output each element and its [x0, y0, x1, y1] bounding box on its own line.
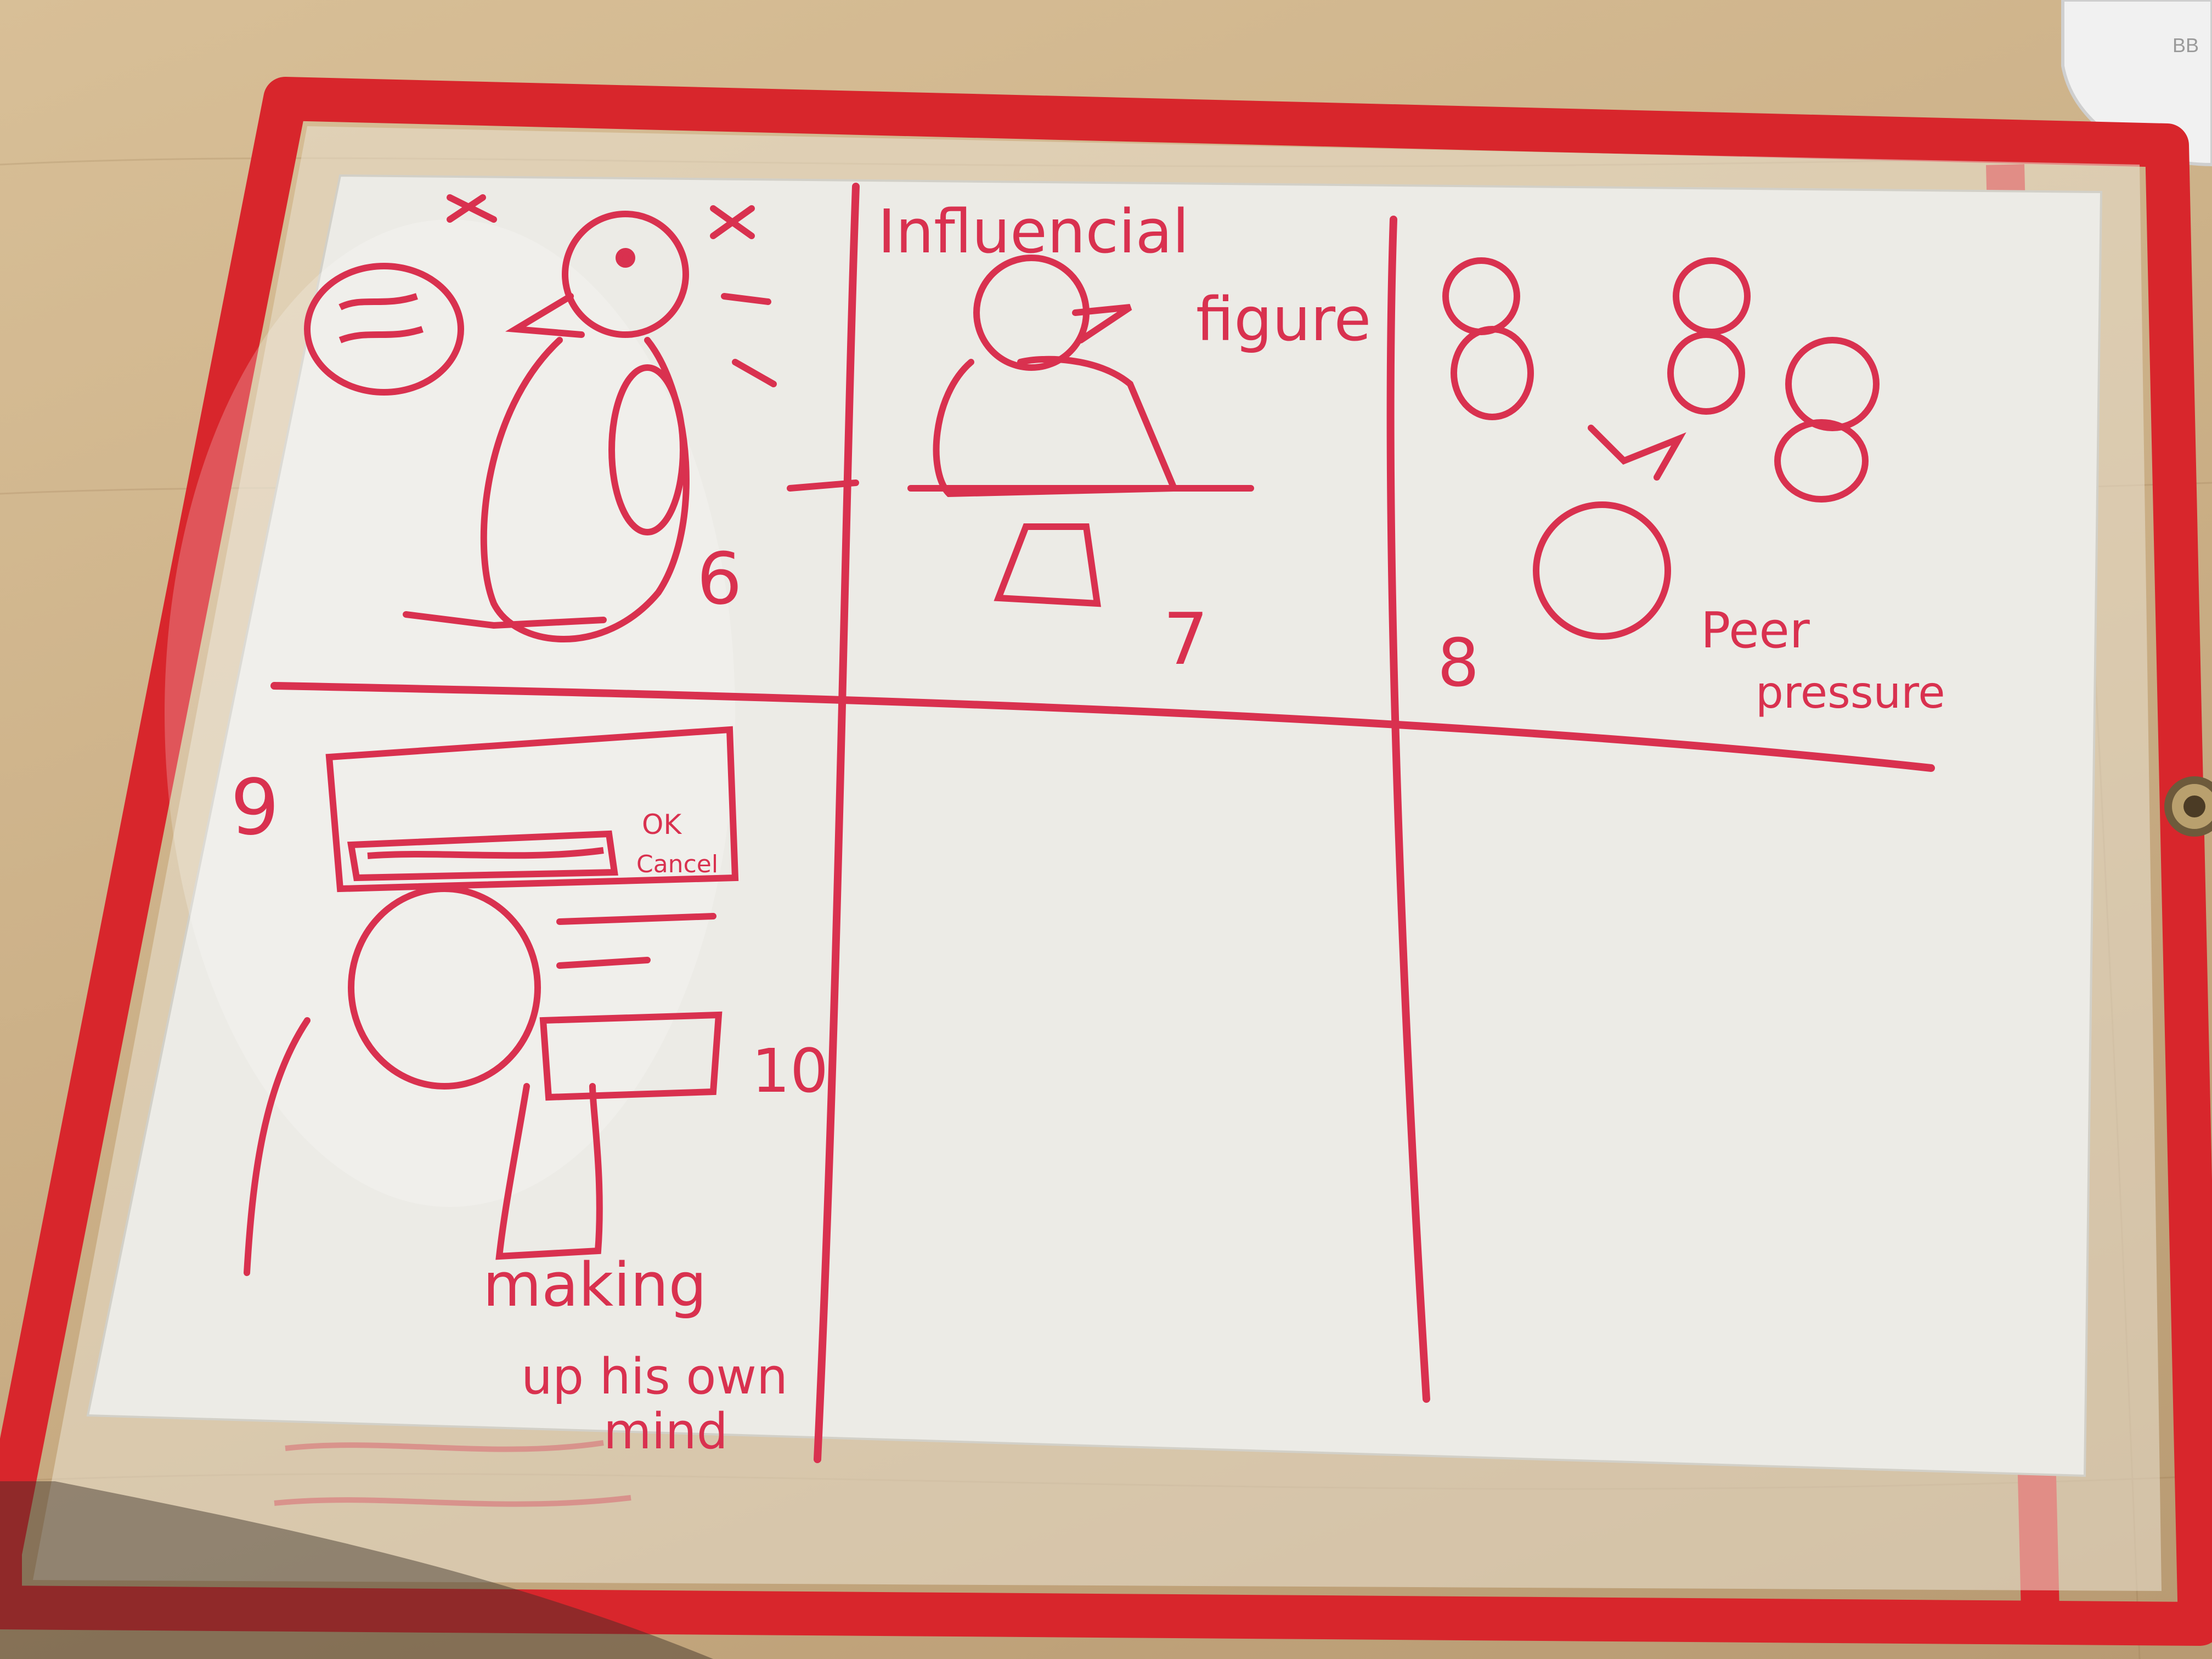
panel-10-number: 10: [752, 1036, 828, 1106]
panel-7-number: 7: [1163, 597, 1209, 681]
device-label: BB: [2172, 34, 2199, 57]
panel-8-caption-line2: pressure: [1756, 667, 1945, 718]
panel-6-number: 6: [697, 537, 742, 620]
dialog-ok-label: OK: [642, 809, 682, 840]
panel-10-caption-line1: making: [483, 1250, 707, 1320]
panel-8-caption-line1: Peer: [1701, 602, 1810, 659]
grommet: [2164, 776, 2212, 837]
panel-9-number: 9: [230, 763, 279, 853]
photo-scene: BB 6 Influencial figure 7 8 Peer pressur…: [0, 0, 2212, 1659]
panel-10-caption-line2: up his own: [521, 1348, 788, 1406]
dialog-cancel-label: Cancel: [636, 850, 718, 878]
panel-8-number: 8: [1437, 625, 1479, 702]
panel-10-caption-line3: mind: [603, 1403, 728, 1460]
panel-7-caption-line2: figure: [1196, 284, 1371, 354]
